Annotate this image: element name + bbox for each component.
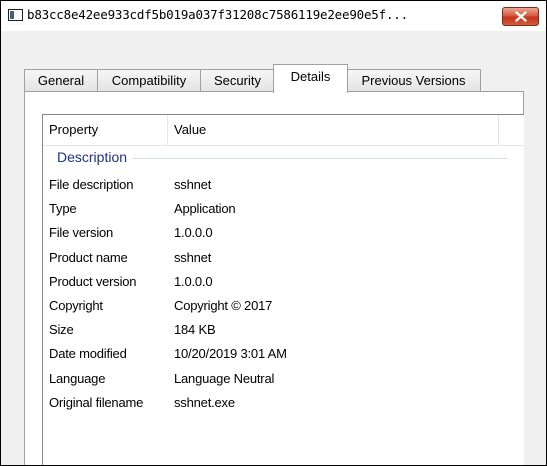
- group-label: Description: [57, 149, 134, 165]
- property-value: sshnet: [174, 249, 212, 265]
- table-row[interactable]: Date modified 10/20/2019 3:01 AM: [43, 342, 524, 366]
- column-divider[interactable]: [167, 115, 168, 145]
- property-value: Language Neutral: [174, 370, 275, 386]
- property-name: Copyright: [49, 297, 103, 313]
- close-button[interactable]: [502, 7, 539, 26]
- properties-window: b83cc8e42ee933cdf5b019a037f31208c7586119…: [0, 0, 547, 466]
- table-row[interactable]: Language Language Neutral: [43, 367, 524, 391]
- tab-label: Details: [290, 69, 331, 84]
- close-icon: [515, 11, 527, 22]
- window-title: b83cc8e42ee933cdf5b019a037f31208c7586119…: [27, 7, 408, 22]
- table-row[interactable]: File description sshnet: [43, 173, 524, 197]
- property-value: 184 KB: [174, 322, 216, 338]
- property-value: Copyright © 2017: [174, 297, 273, 313]
- property-value: Application: [174, 201, 236, 217]
- property-name: File version: [49, 225, 114, 241]
- table-row[interactable]: Size 184 KB: [43, 318, 524, 342]
- group-header-description[interactable]: Description: [43, 147, 524, 169]
- property-value: sshnet.exe: [174, 394, 235, 410]
- property-name: Type: [49, 201, 77, 217]
- tab-details[interactable]: Details: [273, 64, 348, 93]
- property-value: 10/20/2019 3:01 AM: [174, 346, 287, 362]
- tab-previous-versions[interactable]: Previous Versions: [346, 69, 481, 91]
- property-name: Date modified: [49, 346, 127, 362]
- tab-compatibility[interactable]: Compatibility: [97, 69, 201, 91]
- column-header-value[interactable]: Value: [174, 115, 206, 145]
- window-icon[interactable]: [8, 9, 23, 21]
- property-name: Size: [49, 322, 74, 338]
- table-row[interactable]: File version 1.0.0.0: [43, 221, 524, 245]
- table-row[interactable]: Type Application: [43, 197, 524, 221]
- table-row[interactable]: Product version 1.0.0.0: [43, 270, 524, 294]
- table-row[interactable]: Copyright Copyright © 2017: [43, 294, 524, 318]
- property-name: Product name: [49, 249, 128, 265]
- tab-security[interactable]: Security: [200, 69, 275, 91]
- table-row[interactable]: Product name sshnet: [43, 246, 524, 270]
- details-list[interactable]: Property Value Description File descript…: [42, 114, 524, 465]
- property-name: Language: [49, 370, 106, 386]
- tab-general[interactable]: General: [24, 69, 98, 91]
- tab-label: Previous Versions: [361, 73, 466, 88]
- property-rows: File description sshnet Type Application…: [43, 173, 524, 415]
- tab-strip: General Compatibility Security Details P…: [1, 31, 546, 93]
- list-header: Property Value: [43, 115, 524, 146]
- tab-label: Security: [214, 73, 261, 88]
- column-divider[interactable]: [498, 115, 499, 145]
- property-name: Product version: [49, 273, 137, 289]
- title-bar[interactable]: b83cc8e42ee933cdf5b019a037f31208c7586119…: [1, 1, 546, 31]
- column-header-property[interactable]: Property: [49, 115, 98, 145]
- property-name: Original filename: [49, 394, 144, 410]
- property-value: 1.0.0.0: [174, 273, 213, 289]
- tab-label: Compatibility: [111, 73, 187, 88]
- property-value: 1.0.0.0: [174, 225, 213, 241]
- property-value: sshnet: [174, 177, 212, 192]
- property-name: File description: [49, 177, 134, 192]
- tab-label: General: [37, 73, 85, 88]
- table-row[interactable]: Original filename sshnet.exe: [43, 391, 524, 415]
- details-panel: Property Value Description File descript…: [24, 91, 524, 465]
